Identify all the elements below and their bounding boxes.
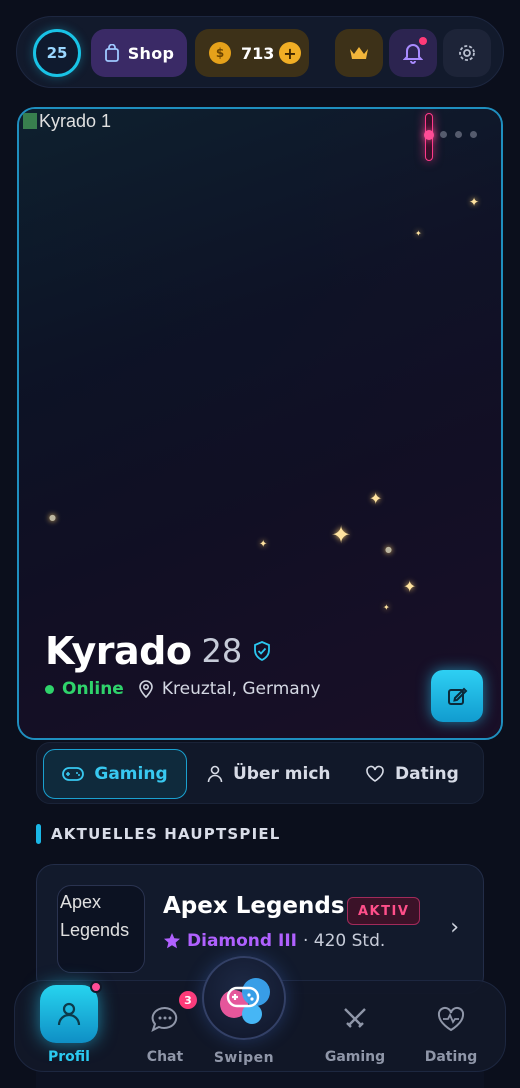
shop-label: Shop bbox=[127, 43, 175, 63]
location-pin-icon bbox=[139, 680, 153, 698]
dating-nav-icon-box bbox=[431, 999, 471, 1039]
edit-icon bbox=[448, 687, 468, 705]
nav-profile[interactable]: Profil bbox=[29, 981, 109, 1073]
photo-progress-indicator bbox=[424, 113, 434, 161]
profile-meta: Online Kreuztal, Germany bbox=[45, 679, 321, 699]
level-badge[interactable]: 25 bbox=[33, 29, 81, 77]
name-row: Kyrado 28 bbox=[45, 629, 272, 673]
game-rank: Diamond III bbox=[187, 931, 297, 951]
nav-dating-label: Dating bbox=[424, 1049, 478, 1065]
sparkle-icon: ✦ bbox=[403, 577, 417, 596]
coin-balance[interactable]: $ 713 + bbox=[195, 29, 309, 77]
verified-shield-icon bbox=[254, 641, 271, 661]
gamepad-icon bbox=[62, 767, 85, 781]
section-title-text: AKTUELLES HAUPTSPIEL bbox=[51, 825, 281, 843]
photo-pager[interactable] bbox=[440, 131, 477, 138]
notifications-button[interactable] bbox=[389, 29, 437, 77]
heart-pulse-icon bbox=[437, 1006, 465, 1032]
notification-dot bbox=[90, 981, 102, 993]
star-icon bbox=[164, 933, 180, 949]
crown-icon bbox=[350, 47, 368, 59]
profile-image-alt: Kyrado 1 bbox=[23, 111, 111, 132]
chat-unread-badge: 3 bbox=[179, 991, 197, 1009]
game-image: Apex Legends bbox=[57, 885, 145, 973]
add-coins-button[interactable]: + bbox=[279, 42, 301, 64]
sparkle-icon: ✦ bbox=[369, 489, 383, 508]
nav-swipe-label: Swipen bbox=[213, 1050, 275, 1066]
status-badge: AKTIV bbox=[347, 897, 421, 925]
profile-tabs: Gaming Über mich Dating bbox=[36, 742, 484, 804]
pager-dot[interactable] bbox=[440, 131, 447, 138]
tab-dating[interactable]: Dating bbox=[349, 749, 475, 799]
sparkle-icon: ● bbox=[49, 513, 56, 522]
profile-nav-icon-box bbox=[40, 981, 102, 1043]
sparkle-icon: ✦ bbox=[331, 521, 352, 549]
tab-about-label: Über mich bbox=[233, 764, 331, 784]
game-name: Apex Legends bbox=[163, 893, 345, 919]
bell-icon bbox=[403, 44, 423, 64]
section-title: AKTUELLES HAUPTSPIEL bbox=[36, 824, 281, 844]
sparkle-icon: ✦ bbox=[415, 229, 422, 238]
top-bar: 25 Shop $ 713 + bbox=[16, 16, 504, 88]
user-icon bbox=[207, 765, 223, 783]
tab-gaming-label: Gaming bbox=[94, 764, 168, 784]
settings-button[interactable] bbox=[443, 29, 491, 77]
chat-nav-icon-box: 3 bbox=[145, 991, 197, 1039]
heart-icon bbox=[366, 765, 384, 782]
gear-icon bbox=[459, 45, 475, 61]
gamepad-icon bbox=[220, 978, 270, 1024]
tab-about-me[interactable]: Über mich bbox=[191, 749, 347, 799]
pager-dot[interactable] bbox=[455, 131, 462, 138]
tab-dating-label: Dating bbox=[395, 764, 459, 784]
profile-name: Kyrado bbox=[45, 629, 192, 673]
nav-chat-label: Chat bbox=[146, 1049, 184, 1065]
sparkle-icon: ✦ bbox=[469, 195, 480, 209]
nav-chat[interactable]: 3 Chat bbox=[125, 981, 205, 1073]
user-icon bbox=[57, 1002, 81, 1026]
shop-button[interactable]: Shop bbox=[91, 29, 187, 77]
profile-age: 28 bbox=[201, 632, 243, 670]
coin-icon: $ bbox=[209, 42, 231, 64]
profile-card[interactable]: Kyrado 1 ✦ ✦ ● ✦ ✦ ✦ ● ✦ ✦ Kyrado 28 Onl… bbox=[17, 107, 503, 740]
game-image-alt: Apex Legends bbox=[60, 892, 130, 940]
chevron-right-icon[interactable]: › bbox=[450, 915, 459, 940]
swipe-button[interactable] bbox=[202, 956, 286, 1040]
level-value: 25 bbox=[46, 44, 68, 62]
play-hours: · 420 Std. bbox=[302, 931, 386, 951]
notification-dot bbox=[419, 37, 427, 45]
sparkle-icon: ✦ bbox=[383, 603, 390, 612]
pager-dot[interactable] bbox=[470, 131, 477, 138]
nav-gaming-label: Gaming bbox=[324, 1049, 386, 1065]
edit-profile-button[interactable] bbox=[431, 670, 483, 722]
location: Kreuztal, Germany bbox=[138, 679, 321, 699]
gaming-nav-icon-box bbox=[335, 999, 375, 1039]
coin-count: 713 bbox=[241, 43, 275, 63]
location-text: Kreuztal, Germany bbox=[161, 679, 321, 699]
sparkle-icon: ✦ bbox=[259, 539, 268, 550]
chat-bubble-icon bbox=[151, 1006, 178, 1032]
nav-dating[interactable]: Dating bbox=[411, 981, 491, 1073]
tab-gaming[interactable]: Gaming bbox=[43, 749, 187, 799]
shopping-bag-icon bbox=[104, 44, 119, 62]
nav-gaming[interactable]: Gaming bbox=[315, 981, 395, 1073]
premium-button[interactable] bbox=[335, 29, 383, 77]
crossed-swords-icon bbox=[344, 1008, 366, 1028]
online-status: Online bbox=[45, 679, 124, 699]
nav-profile-label: Profil bbox=[48, 1049, 90, 1065]
rank-row: Diamond III · 420 Std. bbox=[163, 931, 385, 951]
sparkle-icon: ● bbox=[385, 545, 392, 554]
